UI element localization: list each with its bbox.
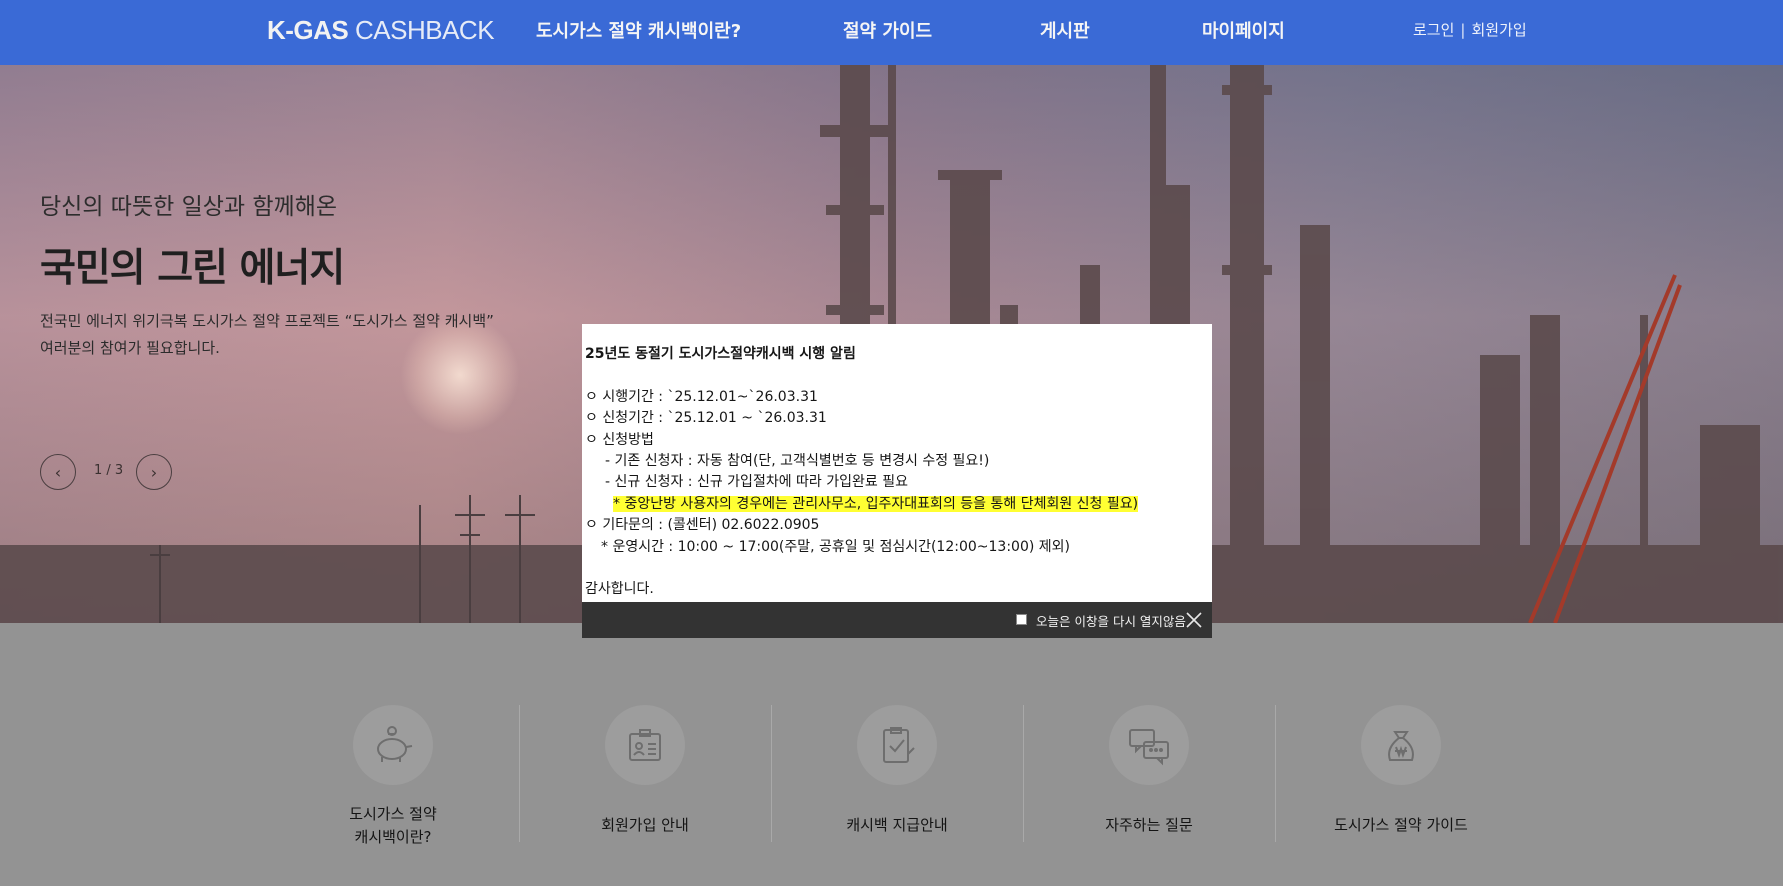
quick-label-line-2: 캐시백이란? [354, 828, 432, 846]
quick-item-label: 도시가스 절약 캐시백이란? [267, 803, 519, 849]
popup-thanks: 감사합니다. [585, 581, 654, 598]
hero-desc-line-2: 여러분의 참여가 필요합니다. [40, 339, 220, 357]
id-card-icon [605, 705, 685, 785]
hero-subtitle: 당신의 따뜻한 일상과 함께해온 [40, 194, 338, 220]
popup-line-period: ㅇ 시행기간 : `25.12.01~`26.03.31 [585, 388, 818, 405]
popup-spacer [585, 365, 1138, 386]
popup-content: 25년도 동절기 도시가스절약캐시백 시행 알림 ㅇ 시행기간 : `25.12… [585, 344, 1139, 601]
top-header: K-GAS CASHBACK 도시가스 절약 캐시백이란? 절약 가이드 게시판… [0, 0, 1783, 65]
popup-line-hours: * 운영시간 : 10:00 ~ 17:00(주말, 공휴일 및 점심시간(12… [601, 538, 1070, 555]
notice-popup: 25년도 동절기 도시가스절약캐시백 시행 알림 ㅇ 시행기간 : `25.12… [582, 324, 1212, 638]
slide-counter: 1 / 3 [94, 463, 124, 478]
site-logo[interactable]: K-GAS CASHBACK [267, 15, 495, 46]
signup-link[interactable]: 회원가입 [1471, 21, 1526, 39]
slider-next-button[interactable]: › [136, 454, 172, 490]
quick-item-about-cashback[interactable]: 도시가스 절약 캐시백이란? [267, 705, 519, 846]
logo-bold-text: K-GAS [267, 15, 349, 45]
popup-spacer [585, 558, 1138, 579]
quick-item-label: 회원가입 안내 [601, 816, 689, 834]
popup-line-contact: ㅇ 기타문의 : (콜센터) 02.6022.0905 [585, 517, 820, 534]
popup-line-existing: - 기존 신청자 : 자동 참여(단, 고객식별번호 등 변경시 수정 필요!) [605, 453, 990, 470]
hero-desc-line-1: 전국민 에너지 위기극복 도시가스 절약 프로젝트 “도시가스 절약 캐시백” [40, 312, 494, 330]
auth-separator: | [1460, 21, 1466, 39]
nav-saving-guide[interactable]: 절약 가이드 [843, 17, 932, 43]
slider-prev-button[interactable]: ‹ [40, 454, 76, 490]
quick-menu: 도시가스 절약 캐시백이란? 회원가입 안내 캐시백 지급안내 자주하는 질문 … [0, 623, 1783, 886]
login-link[interactable]: 로그인 [1413, 21, 1454, 39]
quick-item-label: 도시가스 절약 가이드 [1334, 816, 1468, 834]
popup-line-apply: ㅇ 신청기간 : `25.12.01 ~ `26.03.31 [585, 410, 827, 427]
quick-item-label: 캐시백 지급안내 [846, 816, 948, 834]
quick-item-signup-guide[interactable]: 회원가입 안내 [519, 705, 771, 842]
quick-item-cashback-payment[interactable]: 캐시백 지급안내 [771, 705, 1023, 842]
logo-light-text: CASHBACK [348, 15, 495, 45]
piggy-bank-icon [353, 705, 433, 785]
nav-about-cashback[interactable]: 도시가스 절약 캐시백이란? [536, 17, 741, 43]
popup-line-highlight-row: * 중앙난방 사용자의 경우에는 관리사무소, 입주자대표회의 등을 통해 단체… [585, 494, 1139, 515]
popup-title: 25년도 동절기 도시가스절약캐시백 시행 알림 [585, 346, 856, 362]
dont-show-today-checkbox[interactable] [1016, 614, 1027, 625]
clipboard-check-icon [857, 705, 937, 785]
quick-item-saving-guide[interactable]: 도시가스 절약 가이드 [1275, 705, 1527, 842]
nav-board[interactable]: 게시판 [1040, 17, 1090, 43]
money-bag-icon [1361, 705, 1441, 785]
hero-description: 전국민 에너지 위기극복 도시가스 절약 프로젝트 “도시가스 절약 캐시백” … [40, 308, 494, 362]
popup-line-new: - 신규 신청자 : 신규 가입절차에 따라 가입완료 필요 [605, 474, 908, 491]
nav-mypage[interactable]: 마이페이지 [1202, 17, 1285, 43]
chevron-left-icon: ‹ [54, 462, 62, 482]
quick-item-faq[interactable]: 자주하는 질문 [1023, 705, 1275, 842]
quick-item-label: 자주하는 질문 [1105, 816, 1193, 834]
hero-title: 국민의 그린 에너지 [40, 246, 345, 291]
popup-footer: 오늘은 이창을 다시 열지않음 [582, 602, 1212, 638]
popup-line-highlight: * 중앙난방 사용자의 경우에는 관리사무소, 입주자대표회의 등을 통해 단체… [613, 495, 1139, 512]
dont-show-today-label[interactable]: 오늘은 이창을 다시 열지않음 [1036, 611, 1186, 630]
chat-bubbles-icon [1109, 705, 1189, 785]
auth-links: 로그인 | 회원가입 [1413, 19, 1527, 40]
close-icon[interactable] [1186, 612, 1202, 628]
chevron-right-icon: › [150, 462, 158, 482]
popup-line-method: ㅇ 신청방법 [585, 431, 654, 448]
quick-label-line-1: 도시가스 절약 [349, 805, 437, 823]
